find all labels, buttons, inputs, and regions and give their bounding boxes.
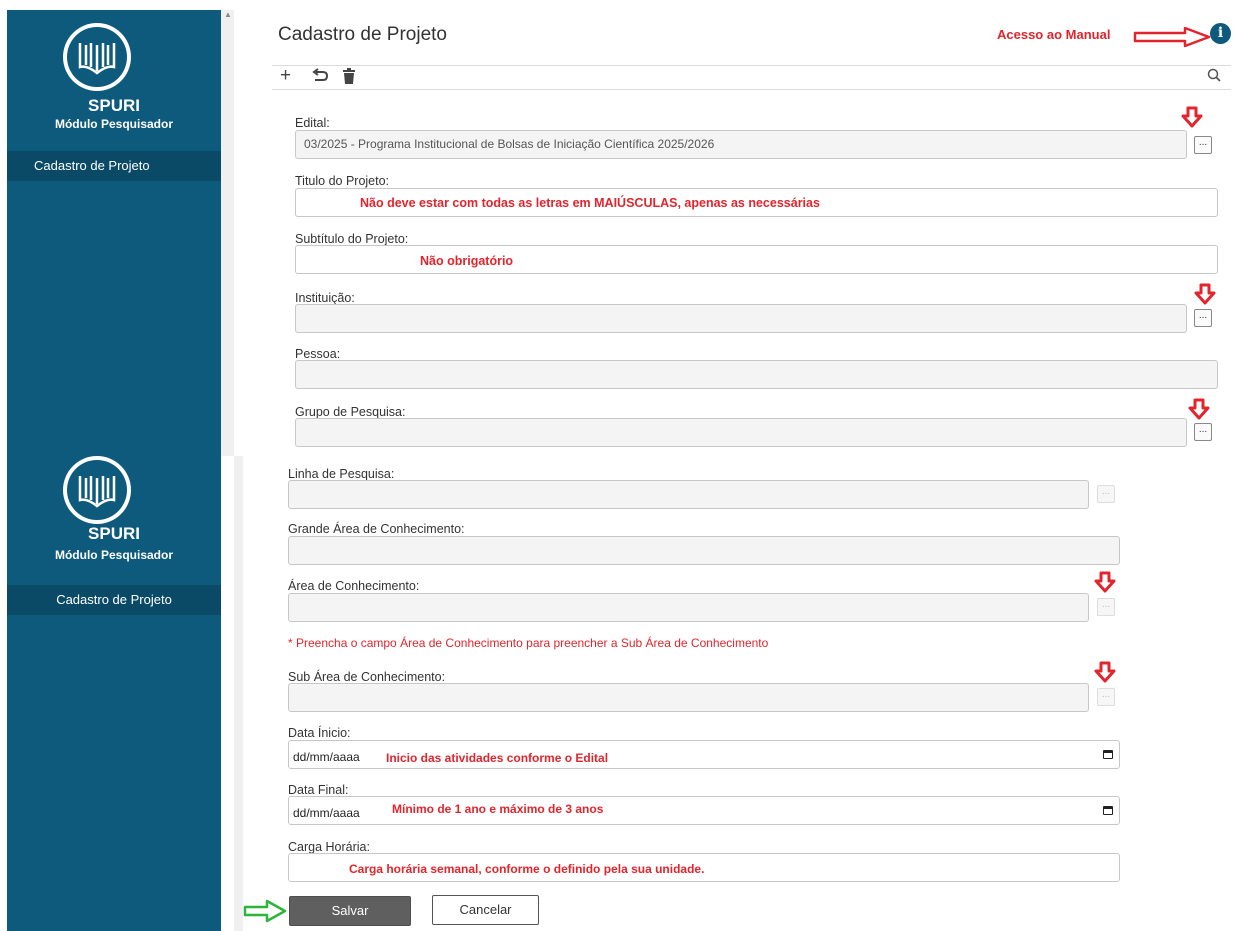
spuri-logo-icon bbox=[63, 456, 131, 524]
search-icon[interactable] bbox=[1207, 68, 1221, 87]
titulo-hint: Não deve estar com todas as letras em MA… bbox=[360, 196, 820, 210]
page-title: Cadastro de Projeto bbox=[278, 24, 447, 45]
red-arrow-down-icon bbox=[1194, 283, 1216, 305]
sub-area-field[interactable] bbox=[288, 683, 1089, 712]
red-arrow-down-icon bbox=[1094, 571, 1116, 593]
module-name: Módulo Pesquisador bbox=[54, 548, 173, 562]
grupo-field[interactable] bbox=[295, 418, 1187, 447]
linha-label: Linha de Pesquisa: bbox=[288, 467, 395, 481]
scrollbar[interactable] bbox=[234, 456, 243, 931]
sub-area-label: Sub Área de Conhecimento: bbox=[288, 670, 446, 684]
red-arrow-down-icon bbox=[1188, 398, 1210, 420]
manual-link[interactable]: Acesso ao Manual bbox=[997, 27, 1110, 42]
edital-label: Edital: bbox=[295, 116, 330, 130]
sidebar-item-cadastro-projeto[interactable]: Cadastro de Projeto bbox=[7, 585, 221, 615]
sidebar-item-cadastro-projeto[interactable]: Cadastro de Projeto bbox=[7, 151, 221, 181]
carga-hint: Carga horária semanal, conforme o defini… bbox=[349, 862, 705, 876]
sub-area-lookup-button[interactable]: ... bbox=[1097, 688, 1115, 706]
titulo-label: Titulo do Projeto: bbox=[295, 174, 390, 188]
red-arrow-down-icon bbox=[1181, 106, 1203, 128]
cancel-button[interactable]: Cancelar bbox=[432, 895, 539, 925]
green-arrow-right-icon bbox=[243, 899, 287, 923]
app-name: SPURI bbox=[88, 96, 140, 115]
info-icon[interactable]: i bbox=[1210, 23, 1231, 44]
calendar-icon[interactable] bbox=[1103, 806, 1113, 815]
undo-icon[interactable] bbox=[312, 68, 329, 89]
area-note: * Preencha o campo Área de Conhecimento … bbox=[288, 636, 769, 650]
instituicao-lookup-button[interactable]: ... bbox=[1194, 309, 1212, 327]
data-final-label: Data Final: bbox=[288, 783, 349, 797]
save-button[interactable]: Salvar bbox=[289, 896, 411, 926]
sidebar: SPURI Módulo Pesquisador Cadastro de Pro… bbox=[7, 10, 221, 456]
red-arrow-down-icon bbox=[1094, 661, 1116, 683]
carga-label: Carga Horária: bbox=[288, 840, 370, 854]
module-name: Módulo Pesquisador bbox=[54, 117, 173, 131]
data-inicio-label: Data Ínicio: bbox=[288, 726, 351, 740]
edital-lookup-button[interactable]: ... bbox=[1194, 136, 1212, 154]
linha-field[interactable] bbox=[288, 480, 1089, 509]
red-arrow-right-icon bbox=[1133, 26, 1211, 48]
instituicao-field[interactable] bbox=[295, 304, 1187, 333]
data-final-placeholder: dd/mm/aaaa bbox=[293, 806, 360, 820]
scroll-up-icon[interactable]: ▲ bbox=[224, 10, 232, 19]
calendar-icon[interactable] bbox=[1103, 750, 1113, 759]
area-field[interactable] bbox=[288, 593, 1089, 622]
subtitulo-hint: Não obrigatório bbox=[420, 254, 514, 268]
pessoa-field[interactable] bbox=[295, 360, 1218, 389]
plus-icon[interactable]: + bbox=[280, 65, 291, 87]
data-inicio-hint: Inicio das atividades conforme o Edital bbox=[386, 751, 609, 765]
data-inicio-placeholder: dd/mm/aaaa bbox=[293, 750, 360, 764]
scrollbar[interactable] bbox=[221, 10, 234, 456]
area-label: Área de Conhecimento: bbox=[288, 579, 420, 593]
grande-area-field[interactable] bbox=[288, 536, 1120, 565]
instituicao-label: Instituição: bbox=[295, 291, 355, 305]
area-lookup-button[interactable]: ... bbox=[1097, 598, 1115, 616]
pessoa-label: Pessoa: bbox=[295, 347, 341, 361]
sidebar: SPURI Módulo Pesquisador Cadastro de Pro… bbox=[7, 456, 221, 931]
linha-lookup-button[interactable]: ... bbox=[1097, 485, 1115, 503]
trash-icon[interactable] bbox=[342, 68, 356, 89]
edital-field[interactable]: 03/2025 - Programa Institucional de Bols… bbox=[295, 130, 1187, 159]
toolbar: + bbox=[272, 65, 1231, 90]
data-final-hint: Mínimo de 1 ano e máximo de 3 anos bbox=[392, 802, 604, 816]
grupo-lookup-button[interactable]: ... bbox=[1194, 423, 1212, 441]
grande-area-label: Grande Área de Conhecimento: bbox=[288, 522, 465, 536]
grupo-label: Grupo de Pesquisa: bbox=[295, 405, 406, 419]
spuri-logo-icon bbox=[63, 23, 131, 91]
subtitulo-label: Subtítulo do Projeto: bbox=[295, 232, 409, 246]
app-name: SPURI bbox=[88, 524, 140, 543]
